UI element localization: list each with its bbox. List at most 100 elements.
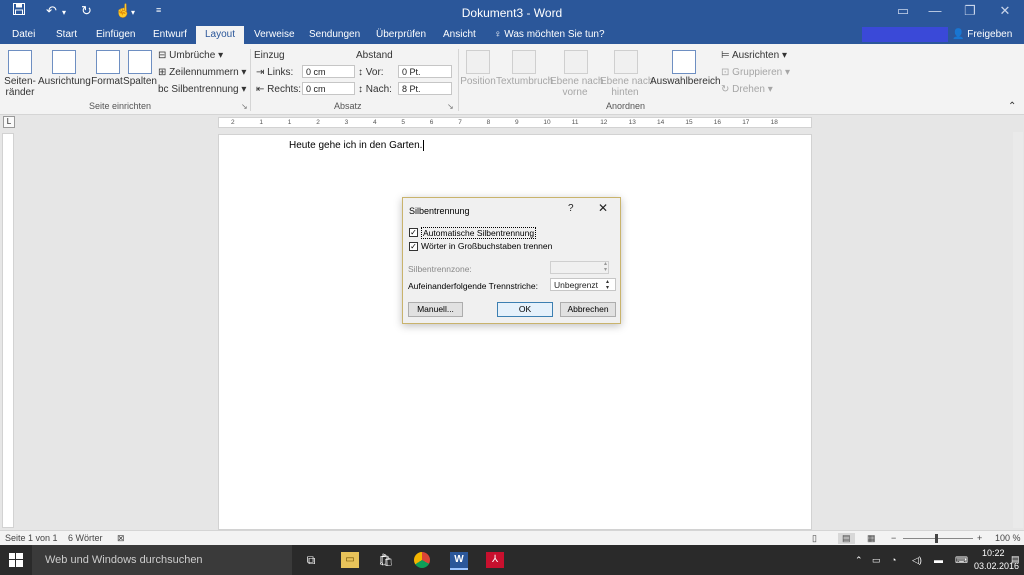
windows-start-icon[interactable] <box>9 553 23 570</box>
document-page[interactable]: Heute gehe ich in den Garten. <box>218 134 812 530</box>
person-icon: 👤 <box>952 29 968 40</box>
ruler-tick-label: 1 <box>259 119 264 126</box>
task-view-icon[interactable]: ⧉ <box>302 552 320 568</box>
minimize-icon[interactable]: — <box>920 3 950 18</box>
ruler-tick-label: 7 <box>458 119 462 126</box>
consecutive-spinner-icon[interactable]: ▴ ▾ <box>606 279 609 291</box>
auswahlbereich-button[interactable]: Auswahlbereich <box>650 76 721 87</box>
auto-hyphenation-label[interactable]: Automatische Silbentrennung <box>421 227 537 239</box>
ok-button[interactable]: OK <box>497 302 553 317</box>
proofing-icon[interactable]: ⊠ <box>117 533 125 544</box>
volume-icon[interactable]: ◁) <box>912 555 922 566</box>
notifications-icon[interactable]: ▤ <box>1011 554 1020 565</box>
close-window-icon[interactable]: ✕ <box>990 3 1020 19</box>
word-count[interactable]: 6 Wörter <box>68 533 103 543</box>
tell-me-search[interactable]: ♀ Was möchten Sie tun? <box>494 29 605 40</box>
selection-pane-icon[interactable] <box>672 50 696 74</box>
zoom-slider[interactable] <box>903 538 973 539</box>
tab-layout[interactable]: Layout <box>196 26 245 44</box>
orientation-icon[interactable] <box>52 50 76 74</box>
auto-hyphenation-checkbox[interactable]: ✓ <box>409 228 418 237</box>
umbrueche-button[interactable]: ⊟ Umbrüche ▾ <box>158 50 223 61</box>
zoom-slider-thumb[interactable] <box>935 534 938 543</box>
silbentrennung-button[interactable]: bc Silbentrennung ▾ <box>158 84 246 95</box>
ribbon-display-options-icon[interactable]: ▭ <box>888 3 918 19</box>
vertical-ruler[interactable] <box>2 133 14 528</box>
taskbar-search-placeholder: Web und Windows durchsuchen <box>45 554 203 566</box>
title-bar: ↶ ▾ ↻ ☝ ▾ ≡ Dokument3 - Word ▭ — ❐ ✕ <box>0 0 1024 26</box>
ruler-tick-label: 11 <box>571 119 579 126</box>
lightbulb-icon: ♀ <box>494 29 505 40</box>
manual-button[interactable]: Manuell... <box>408 302 463 317</box>
tab-einfuegen[interactable]: Einfügen <box>96 29 135 40</box>
tab-ueberpruefen[interactable]: Überprüfen <box>376 29 426 40</box>
position-button: Position <box>460 76 496 87</box>
maximize-icon[interactable]: ❐ <box>955 3 985 19</box>
ruler-tick-label: 16 <box>713 119 722 126</box>
group-icon: ⊡ <box>721 67 733 78</box>
ruler-tick-label: 4 <box>373 119 377 126</box>
margins-icon[interactable] <box>8 50 32 74</box>
horizontal-ruler[interactable]: 2 1 1 2 3 4 5 6 7 8 9 10 11 12 13 14 15 16 17 18 <box>218 117 812 128</box>
size-icon[interactable] <box>96 50 120 74</box>
format-button[interactable]: Format <box>90 76 124 87</box>
acrobat-icon[interactable]: ⅄ <box>486 552 504 568</box>
indent-left-input[interactable]: 0 cm <box>302 65 355 78</box>
keyboard-icon[interactable]: ⌨ <box>955 555 968 566</box>
page-count[interactable]: Seite 1 von 1 <box>5 533 58 543</box>
caps-hyphenation-checkbox[interactable]: ✓ <box>409 242 418 251</box>
battery-icon[interactable]: ▭ <box>872 555 881 566</box>
show-hidden-icons[interactable]: ⌃ <box>855 555 863 566</box>
account-area[interactable] <box>862 27 948 42</box>
word-icon[interactable]: W <box>450 552 468 570</box>
vertical-scrollbar[interactable] <box>1013 132 1023 528</box>
zone-label: Silbentrennzone: <box>408 264 472 274</box>
taskbar-search[interactable]: Web und Windows durchsuchen <box>32 545 292 575</box>
spalten-button[interactable]: Spalten <box>123 76 157 87</box>
caps-hyphenation-label[interactable]: Wörter in Großbuchstaben trennen <box>421 241 552 251</box>
rotate-icon: ↻ <box>721 84 733 95</box>
document-text[interactable]: Heute gehe ich in den Garten. <box>289 140 425 151</box>
zoom-level[interactable]: 100 % <box>995 533 1021 543</box>
read-mode-icon[interactable]: ▯ <box>812 533 817 544</box>
store-icon[interactable]: 🛍 <box>377 552 395 568</box>
tab-selector-icon[interactable]: L <box>3 116 15 128</box>
tab-entwurf[interactable]: Entwurf <box>153 29 187 40</box>
tab-datei[interactable]: Datei <box>12 29 35 40</box>
cancel-button[interactable]: Abbrechen <box>560 302 616 317</box>
collapse-ribbon-icon[interactable]: ⌃ <box>1008 101 1016 112</box>
ruler-tick-label: 12 <box>600 119 608 126</box>
chrome-icon[interactable] <box>414 552 430 568</box>
tab-start[interactable]: Start <box>56 29 77 40</box>
web-layout-icon[interactable]: ▦ <box>867 533 876 544</box>
spacing-after-input[interactable]: 8 Pt. <box>398 82 452 95</box>
ausrichten-button[interactable]: ⊨ Ausrichten ▾ <box>721 50 787 61</box>
window-title: Dokument3 - Word <box>461 6 563 20</box>
indent-right-input[interactable]: 0 cm <box>302 82 355 95</box>
file-explorer-icon[interactable]: ▭ <box>341 552 359 568</box>
abstand-label: Abstand <box>356 50 393 61</box>
spacing-before-input[interactable]: 0 Pt. <box>398 65 452 78</box>
tab-verweise[interactable]: Verweise <box>254 29 295 40</box>
help-icon[interactable]: ? <box>568 203 574 214</box>
ruler-tick-label: 8 <box>486 119 491 126</box>
wifi-icon[interactable]: ◔ <box>891 555 896 565</box>
tab-sendungen[interactable]: Sendungen <box>309 29 360 40</box>
dialog-title: Silbentrennung <box>409 206 470 216</box>
close-dialog-icon[interactable]: ✕ <box>598 201 608 215</box>
ausrichtung-button[interactable]: Ausrichtung <box>38 76 91 87</box>
network-icon[interactable]: ▬ <box>934 555 943 565</box>
share-button[interactable]: 👤 Freigeben <box>952 29 1012 40</box>
clock-time[interactable]: 10:22 <box>982 548 1005 558</box>
page-setup-launcher-icon[interactable]: ↘ <box>241 102 248 111</box>
group-label-absatz: Absatz <box>334 101 362 111</box>
zoom-out-button[interactable]: − <box>891 533 896 543</box>
zoom-in-button[interactable]: + <box>977 533 982 543</box>
paragraph-launcher-icon[interactable]: ↘ <box>447 102 454 111</box>
zeilennummern-button[interactable]: ⊞ Zeilennummern ▾ <box>158 67 246 78</box>
seitenraender-button[interactable]: Seiten- ränder <box>2 76 38 98</box>
position-icon <box>466 50 490 74</box>
tab-ansicht[interactable]: Ansicht <box>443 29 476 40</box>
columns-icon[interactable] <box>128 50 152 74</box>
print-layout-icon[interactable]: ▤ <box>838 533 855 544</box>
